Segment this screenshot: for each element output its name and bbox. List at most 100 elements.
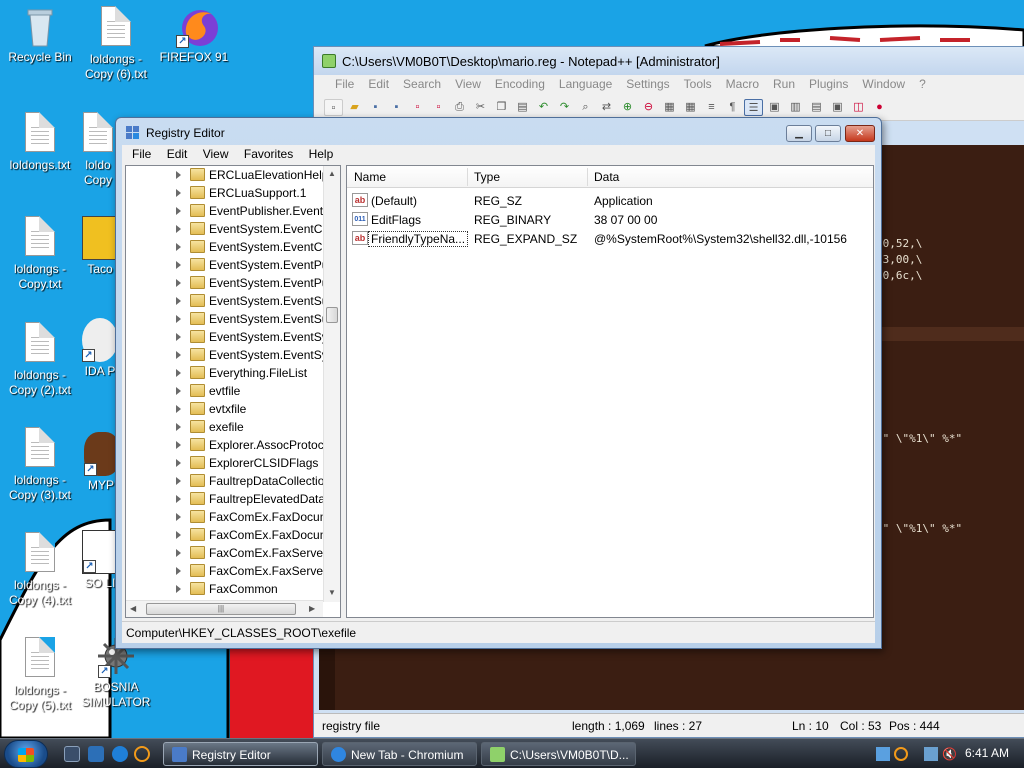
- expand-arrow-icon[interactable]: [176, 495, 181, 503]
- menu-view[interactable]: View: [197, 147, 235, 161]
- tree-item[interactable]: evtfile: [126, 382, 326, 400]
- tree-item[interactable]: EventSystem.EventSys: [126, 346, 326, 364]
- menu-favorites[interactable]: Favorites: [238, 147, 299, 161]
- menu-file[interactable]: File: [328, 77, 361, 95]
- menu-view[interactable]: View: [448, 77, 488, 95]
- values-list[interactable]: Name Type Data ab (Default) REG_SZ Appli…: [346, 165, 874, 618]
- expand-arrow-icon[interactable]: [176, 315, 181, 323]
- show-all-chars-icon[interactable]: ¶: [723, 99, 742, 116]
- menu-help[interactable]: ?: [912, 77, 933, 95]
- save-icon[interactable]: ▪: [366, 99, 385, 116]
- column-name[interactable]: Name: [354, 170, 386, 184]
- expand-arrow-icon[interactable]: [176, 513, 181, 521]
- tree-item[interactable]: FaultrepElevatedData: [126, 490, 326, 508]
- record-macro-icon[interactable]: ●: [870, 99, 889, 116]
- scroll-down-icon[interactable]: ▼: [328, 588, 336, 597]
- expand-arrow-icon[interactable]: [176, 585, 181, 593]
- expand-arrow-icon[interactable]: [176, 333, 181, 341]
- tree-item[interactable]: FaultrepDataCollectio: [126, 472, 326, 490]
- tree-horizontal-scrollbar[interactable]: ◀ ||| ▶: [126, 600, 323, 617]
- menu-encoding[interactable]: Encoding: [488, 77, 552, 95]
- save-all-icon[interactable]: ▪: [387, 99, 406, 116]
- clock[interactable]: 6:41 AM: [965, 746, 1009, 760]
- zoom-out-icon[interactable]: ⊖: [639, 99, 658, 116]
- column-divider[interactable]: [587, 168, 588, 186]
- expand-arrow-icon[interactable]: [176, 531, 181, 539]
- scroll-thumb[interactable]: |||: [146, 603, 296, 615]
- paste-icon[interactable]: ▤: [513, 99, 532, 116]
- tree-item[interactable]: FaxCommon: [126, 580, 326, 598]
- doc-map-icon[interactable]: ▥: [786, 99, 805, 116]
- firefox-shortcut[interactable]: ↗ FIREFOX 91: [156, 4, 232, 65]
- menu-settings[interactable]: Settings: [619, 77, 676, 95]
- sync-h-icon[interactable]: ▦: [681, 99, 700, 116]
- redo-icon[interactable]: ↷: [555, 99, 574, 116]
- search-icon[interactable]: [134, 746, 150, 762]
- sync-v-icon[interactable]: ▦: [660, 99, 679, 116]
- menu-edit[interactable]: Edit: [361, 77, 396, 95]
- recycle-bin-icon[interactable]: Recycle Bin: [2, 4, 78, 65]
- function-list-icon[interactable]: ▤: [807, 99, 826, 116]
- minimize-button[interactable]: ▁: [786, 125, 812, 142]
- tree-item[interactable]: FaxComEx.FaxDocum: [126, 526, 326, 544]
- tree-item-selected[interactable]: exefile: [126, 418, 326, 436]
- notepadpp-titlebar[interactable]: C:\Users\VM0B0T\Desktop\mario.reg - Note…: [314, 47, 1024, 75]
- replace-icon[interactable]: ⇄: [597, 99, 616, 116]
- menu-edit[interactable]: Edit: [161, 147, 194, 161]
- maximize-button[interactable]: □: [815, 125, 841, 142]
- volume-icon[interactable]: 🔇: [942, 747, 957, 761]
- start-button[interactable]: [4, 740, 48, 768]
- tree-item[interactable]: EventPublisher.EventF: [126, 202, 326, 220]
- tree-vertical-scrollbar[interactable]: ▲ ▼: [323, 166, 340, 602]
- tree-item[interactable]: ERCLuaSupport.1: [126, 184, 326, 202]
- ida-shortcut[interactable]: ↗ IDA P: [82, 318, 118, 379]
- expand-arrow-icon[interactable]: [176, 423, 181, 431]
- expand-arrow-icon[interactable]: [176, 459, 181, 467]
- scroll-right-icon[interactable]: ▶: [309, 604, 315, 613]
- task-notepadpp[interactable]: C:\Users\VM0B0T\D...: [481, 742, 636, 766]
- menu-file[interactable]: File: [126, 147, 157, 161]
- column-type[interactable]: Type: [474, 170, 500, 184]
- tree-item[interactable]: EventSystem.EventSul: [126, 292, 326, 310]
- copy-icon[interactable]: ❐: [492, 99, 511, 116]
- find-icon[interactable]: ⌕: [576, 99, 595, 116]
- expand-arrow-icon[interactable]: [176, 387, 181, 395]
- tree-item[interactable]: EventSystem.EventCla: [126, 238, 326, 256]
- myp-shortcut[interactable]: ↗ MYP: [84, 432, 118, 493]
- show-desktop-icon[interactable]: [64, 746, 80, 762]
- tree-item[interactable]: EventSystem.EventPu: [126, 274, 326, 292]
- value-row[interactable]: 011 EditFlags REG_BINARY 38 07 00 00: [347, 210, 873, 229]
- expand-arrow-icon[interactable]: [176, 297, 181, 305]
- column-divider[interactable]: [467, 168, 468, 186]
- expand-arrow-icon[interactable]: [176, 567, 181, 575]
- expand-arrow-icon[interactable]: [176, 189, 181, 197]
- close-button[interactable]: ✕: [845, 125, 875, 142]
- registry-editor-window[interactable]: Registry Editor ▁ □ ✕ File Edit View Fav…: [115, 117, 882, 649]
- column-data[interactable]: Data: [594, 170, 619, 184]
- taco-shortcut[interactable]: Taco: [82, 216, 118, 277]
- menu-search[interactable]: Search: [396, 77, 448, 95]
- key-tree[interactable]: ERCLuaElevationHelp ERCLuaSupport.1 Even…: [125, 165, 341, 618]
- desktop-file-icon[interactable]: loldongs.txt: [2, 112, 78, 173]
- tree-item[interactable]: FaxComEx.FaxDocum: [126, 508, 326, 526]
- tree-item[interactable]: EventSystem.EventPu: [126, 256, 326, 274]
- scroll-left-icon[interactable]: ◀: [130, 604, 136, 613]
- desktop-file-icon[interactable]: loldo Copy: [78, 112, 118, 188]
- switch-windows-icon[interactable]: [88, 746, 104, 762]
- desktop-file-icon[interactable]: loldongs - Copy (2).txt: [2, 322, 78, 398]
- expand-arrow-icon[interactable]: [176, 369, 181, 377]
- tree-item[interactable]: EventSystem.EventCla: [126, 220, 326, 238]
- menu-tools[interactable]: Tools: [677, 77, 719, 95]
- desktop-file-icon[interactable]: loldongs - Copy.txt: [2, 216, 78, 292]
- expand-arrow-icon[interactable]: [176, 351, 181, 359]
- undo-icon[interactable]: ↶: [534, 99, 553, 116]
- tray-search-icon[interactable]: [894, 747, 908, 761]
- tree-item[interactable]: FaxComEx.FaxServer: [126, 544, 326, 562]
- menu-run[interactable]: Run: [766, 77, 802, 95]
- expand-arrow-icon[interactable]: [176, 225, 181, 233]
- menu-language[interactable]: Language: [552, 77, 619, 95]
- desktop-file-icon[interactable]: loldongs - Copy (3).txt: [2, 427, 78, 503]
- expand-arrow-icon[interactable]: [176, 171, 181, 179]
- desktop-file-icon[interactable]: loldongs - Copy (4).txt: [2, 532, 78, 608]
- tray-app-icon[interactable]: [876, 747, 890, 761]
